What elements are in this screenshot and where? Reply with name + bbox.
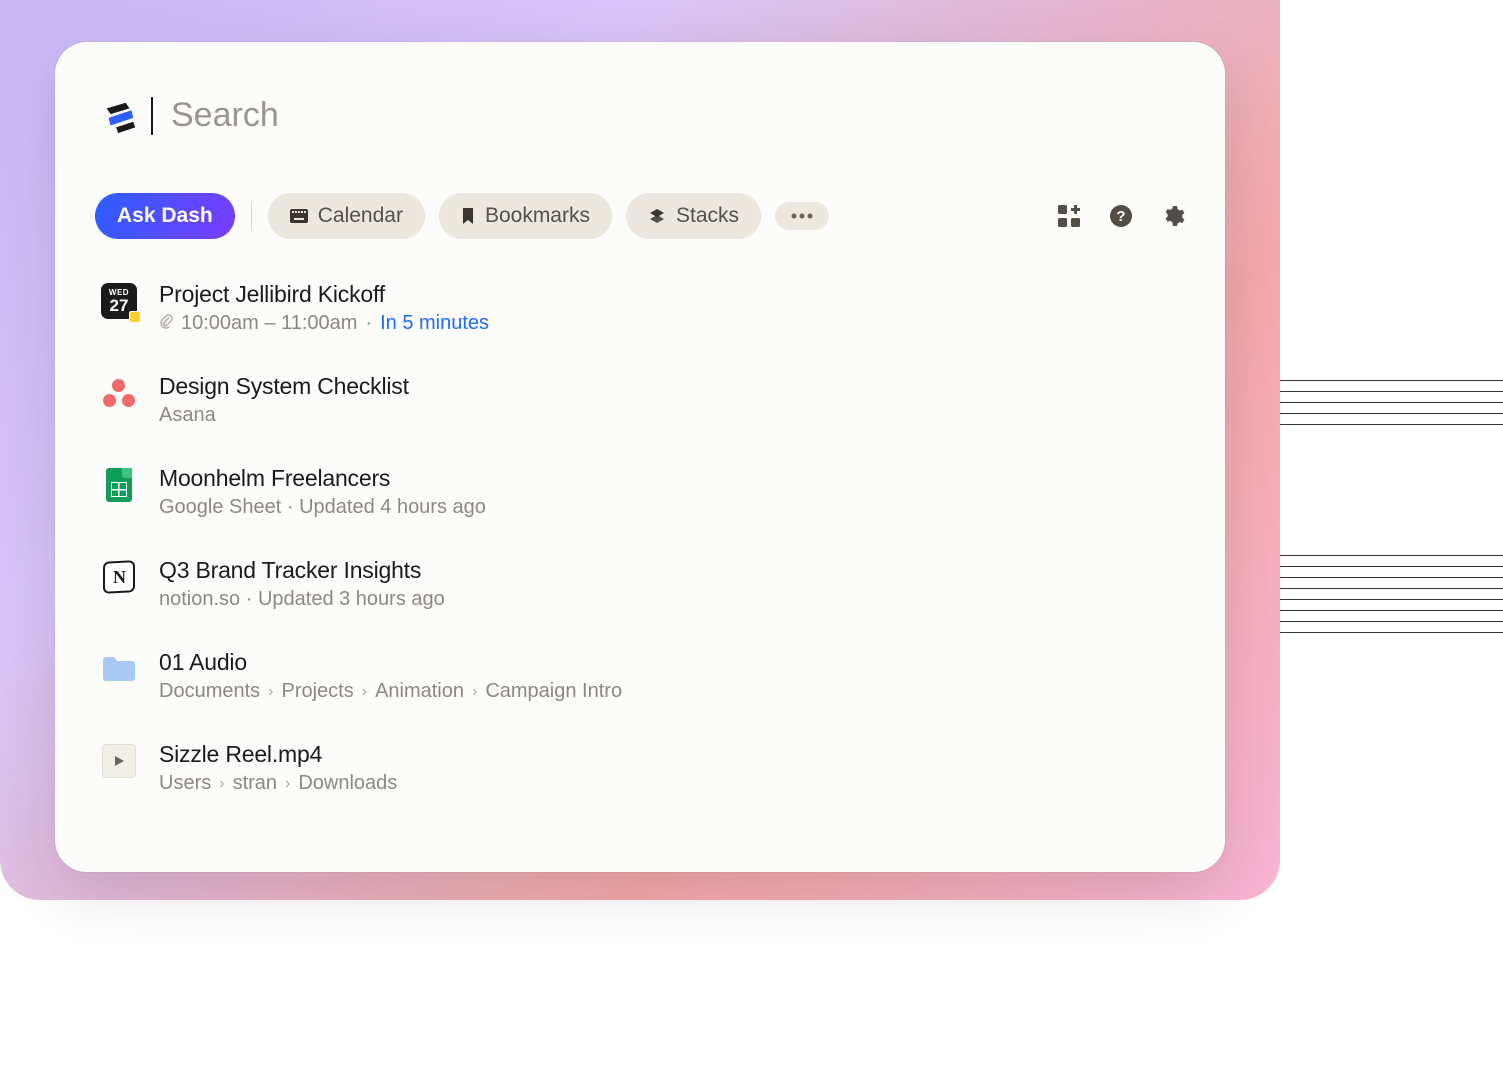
filter-chips-row: Ask Dash Calendar Bookmarks Stacks bbox=[95, 193, 1185, 239]
ask-dash-chip[interactable]: Ask Dash bbox=[95, 193, 235, 239]
result-title: 01 Audio bbox=[159, 649, 622, 676]
calendar-chip-label: Calendar bbox=[318, 204, 403, 228]
dash-logo-icon bbox=[101, 97, 139, 135]
result-notion-page[interactable]: N Q3 Brand Tracker Insights notion.so · … bbox=[101, 557, 1185, 611]
result-folder[interactable]: 01 Audio Documents› Projects› Animation›… bbox=[101, 649, 1185, 703]
stacks-chip[interactable]: Stacks bbox=[626, 193, 761, 239]
result-meta: Asana bbox=[159, 404, 409, 427]
result-meta: 10:00am – 11:00am · In 5 minutes bbox=[159, 312, 489, 335]
dash-window: Ask Dash Calendar Bookmarks Stacks bbox=[55, 42, 1225, 872]
result-source: Asana bbox=[159, 404, 216, 427]
calendar-day: 27 bbox=[110, 297, 129, 314]
result-relative-time: In 5 minutes bbox=[380, 312, 489, 335]
results-list: WED 27 Project Jellibird Kickoff 10:00am… bbox=[95, 281, 1185, 795]
result-title: Design System Checklist bbox=[159, 373, 409, 400]
result-title: Q3 Brand Tracker Insights bbox=[159, 557, 445, 584]
notion-icon: N bbox=[101, 559, 137, 595]
result-google-sheet[interactable]: Moonhelm Freelancers Google Sheet · Upda… bbox=[101, 465, 1185, 519]
stacks-icon bbox=[648, 207, 666, 225]
chip-divider bbox=[251, 202, 252, 230]
svg-text:?: ? bbox=[1116, 208, 1125, 225]
add-widget-button[interactable] bbox=[1057, 204, 1081, 228]
result-meta: notion.so · Updated 3 hours ago bbox=[159, 588, 445, 611]
folder-icon bbox=[101, 651, 137, 687]
result-title: Project Jellibird Kickoff bbox=[159, 281, 489, 308]
stacks-chip-label: Stacks bbox=[676, 204, 739, 228]
toolbar-right: ? bbox=[1057, 204, 1185, 228]
settings-button[interactable] bbox=[1161, 204, 1185, 228]
asana-icon bbox=[101, 375, 137, 411]
calendar-chip[interactable]: Calendar bbox=[268, 193, 425, 239]
result-path: Users› stran› Downloads bbox=[159, 772, 397, 795]
more-chip[interactable] bbox=[775, 202, 829, 230]
result-time: 10:00am – 11:00am bbox=[181, 312, 357, 335]
attachment-icon bbox=[159, 313, 173, 334]
search-input[interactable] bbox=[171, 96, 1185, 135]
calendar-date-icon: WED 27 bbox=[101, 283, 137, 319]
video-file-icon bbox=[101, 743, 137, 779]
result-video-file[interactable]: Sizzle Reel.mp4 Users› stran› Downloads bbox=[101, 741, 1185, 795]
google-sheets-icon bbox=[101, 467, 137, 503]
help-button[interactable]: ? bbox=[1109, 204, 1133, 228]
ellipsis-icon bbox=[791, 213, 813, 219]
result-path: Documents› Projects› Animation› Campaign… bbox=[159, 680, 622, 703]
keyboard-icon bbox=[290, 209, 308, 223]
bookmarks-chip-label: Bookmarks bbox=[485, 204, 590, 228]
bookmark-icon bbox=[461, 207, 475, 225]
bookmarks-chip[interactable]: Bookmarks bbox=[439, 193, 612, 239]
result-title: Sizzle Reel.mp4 bbox=[159, 741, 397, 768]
search-row bbox=[95, 96, 1185, 135]
result-asana-task[interactable]: Design System Checklist Asana bbox=[101, 373, 1185, 427]
result-meta: Google Sheet · Updated 4 hours ago bbox=[159, 496, 486, 519]
result-calendar-event[interactable]: WED 27 Project Jellibird Kickoff 10:00am… bbox=[101, 281, 1185, 335]
ask-dash-label: Ask Dash bbox=[117, 204, 213, 228]
search-caret bbox=[151, 97, 153, 135]
result-title: Moonhelm Freelancers bbox=[159, 465, 486, 492]
